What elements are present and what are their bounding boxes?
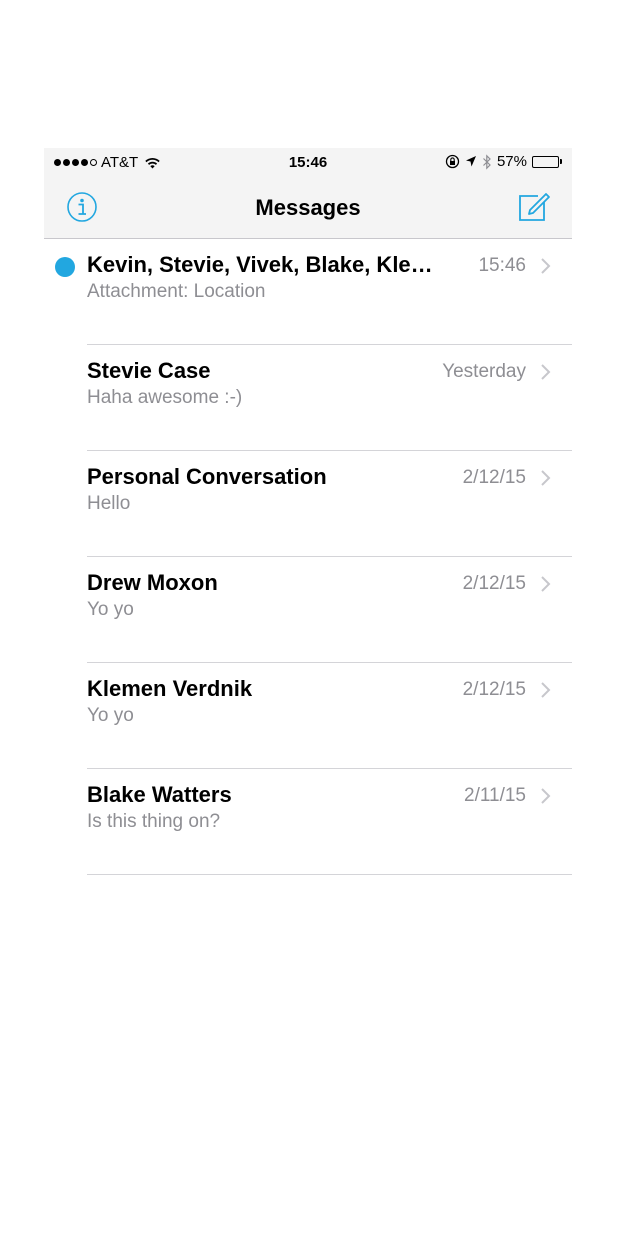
conversation-preview: Yo yo	[87, 599, 134, 620]
battery-icon	[532, 155, 562, 168]
battery-percent: 57%	[496, 153, 527, 170]
chevron-right-icon	[541, 576, 551, 592]
conversation-name: Klemen Verdnik	[87, 676, 253, 701]
navigation-bar: Messages	[44, 178, 572, 239]
conversation-preview: Yo yo	[87, 705, 134, 726]
conversation-preview: Haha awesome :-)	[87, 387, 243, 408]
conversation-name: Kevin, Stevie, Vivek, Blake, Kle…	[87, 252, 433, 277]
messages-screen: AT&T 15:46 57% Messages Kevin, Stevie, V…	[44, 148, 572, 875]
status-bar: AT&T 15:46 57%	[44, 148, 572, 178]
rotation-lock-icon	[445, 154, 460, 169]
conversation-name: Drew Moxon	[87, 570, 218, 595]
location-arrow-icon	[465, 156, 476, 167]
conversation-row[interactable]: Blake Watters Is this thing on? 2/11/15	[44, 769, 572, 875]
chevron-right-icon	[541, 682, 551, 698]
conversation-row[interactable]: Personal Conversation Hello 2/12/15	[44, 451, 572, 557]
conversation-row[interactable]: Kevin, Stevie, Vivek, Blake, Kle… Attach…	[44, 239, 572, 345]
conversation-time: Yesterday	[442, 361, 526, 382]
conversation-row[interactable]: Stevie Case Haha awesome :-) Yesterday	[44, 345, 572, 451]
conversation-preview: Hello	[87, 493, 131, 514]
compose-icon[interactable]	[516, 188, 552, 224]
conversation-preview: Attachment: Location	[87, 281, 266, 302]
conversation-preview: Is this thing on?	[87, 811, 221, 832]
conversation-time: 2/12/15	[462, 679, 526, 700]
conversation-time: 2/11/15	[464, 785, 526, 806]
conversation-time: 2/12/15	[462, 573, 526, 594]
status-right: 57%	[445, 153, 562, 170]
conversation-list: Kevin, Stevie, Vivek, Blake, Kle… Attach…	[44, 239, 572, 875]
chevron-right-icon	[541, 364, 551, 380]
conversation-name: Blake Watters	[87, 782, 232, 807]
conversation-row[interactable]: Drew Moxon Yo yo 2/12/15	[44, 557, 572, 663]
page-title: Messages	[255, 195, 361, 220]
row-divider	[87, 874, 572, 875]
unread-indicator-icon	[55, 257, 75, 277]
conversation-name: Personal Conversation	[87, 464, 327, 489]
conversation-time: 2/12/15	[462, 467, 526, 488]
bluetooth-icon	[483, 153, 491, 170]
chevron-right-icon	[541, 258, 551, 274]
chevron-right-icon	[541, 788, 551, 804]
chevron-right-icon	[541, 470, 551, 486]
conversation-name: Stevie Case	[87, 358, 211, 383]
conversation-time: 15:46	[478, 255, 526, 276]
conversation-row[interactable]: Klemen Verdnik Yo yo 2/12/15	[44, 663, 572, 769]
